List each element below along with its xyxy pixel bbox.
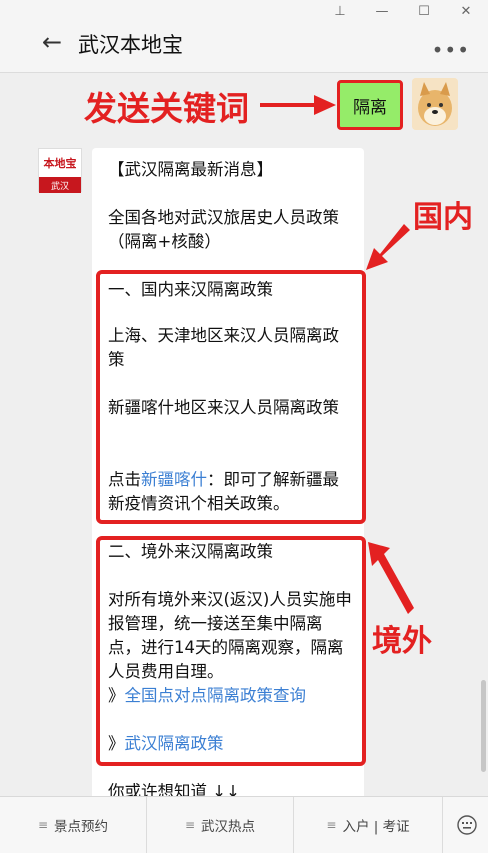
arrow-icon	[368, 542, 414, 614]
keyboard-icon	[457, 815, 477, 835]
annotation-abroad: 境外	[372, 624, 432, 659]
title-bar: ⊥ — ☐ ✕ ← 武汉本地宝 •••	[0, 0, 488, 73]
annotation-domestic: 国内	[413, 200, 473, 235]
menu-list-icon: ≡	[326, 818, 337, 832]
user-avatar[interactable]	[412, 78, 458, 130]
avatar-logo-text: 本地宝	[43, 157, 77, 170]
domestic-highlight-box	[96, 270, 366, 524]
sent-message-bubble[interactable]: 隔离	[337, 80, 403, 130]
arrow-icon	[366, 224, 410, 270]
abroad-highlight-box	[96, 536, 366, 766]
avatar-city-text: 武汉	[39, 177, 81, 193]
bottom-menu: ≡ 景点预约 ≡ 武汉热点 ≡ 入户 | 考证	[0, 796, 488, 853]
arrow-icon	[260, 95, 336, 115]
chat-title: 武汉本地宝	[78, 33, 183, 57]
menu-item-attractions[interactable]: ≡ 景点预约	[0, 797, 147, 853]
doge-avatar-image	[412, 78, 458, 130]
sent-message-text: 隔离	[353, 97, 387, 118]
reply-intro: 全国各地对武汉旅居史人员政策（隔离+核酸）	[108, 208, 339, 251]
menu-item-label: 入户 | 考证	[342, 819, 410, 835]
pin-icon[interactable]: ⊥	[332, 4, 348, 19]
minimize-icon[interactable]: —	[374, 4, 390, 19]
menu-item-hot[interactable]: ≡ 武汉热点	[147, 797, 294, 853]
more-options-icon[interactable]: •••	[432, 38, 470, 62]
official-account-avatar[interactable]: 本地宝 武汉	[38, 148, 82, 193]
reply-headline: 【武汉隔离最新消息】	[108, 160, 273, 179]
back-arrow-icon[interactable]: ←	[42, 28, 62, 56]
close-icon[interactable]: ✕	[458, 4, 474, 19]
menu-list-icon: ≡	[37, 818, 49, 832]
scrollbar[interactable]	[481, 680, 486, 772]
maximize-icon[interactable]: ☐	[416, 4, 432, 19]
menu-item-label: 武汉热点	[201, 819, 256, 835]
menu-list-icon: ≡	[184, 818, 196, 832]
menu-item-label: 景点预约	[54, 819, 109, 835]
window-controls: ⊥ — ☐ ✕	[332, 4, 474, 19]
menu-item-hukou[interactable]: ≡ 入户 | 考证	[294, 797, 443, 853]
keyboard-toggle[interactable]	[443, 797, 488, 853]
annotation-send-keyword: 发送关键词	[84, 89, 249, 128]
